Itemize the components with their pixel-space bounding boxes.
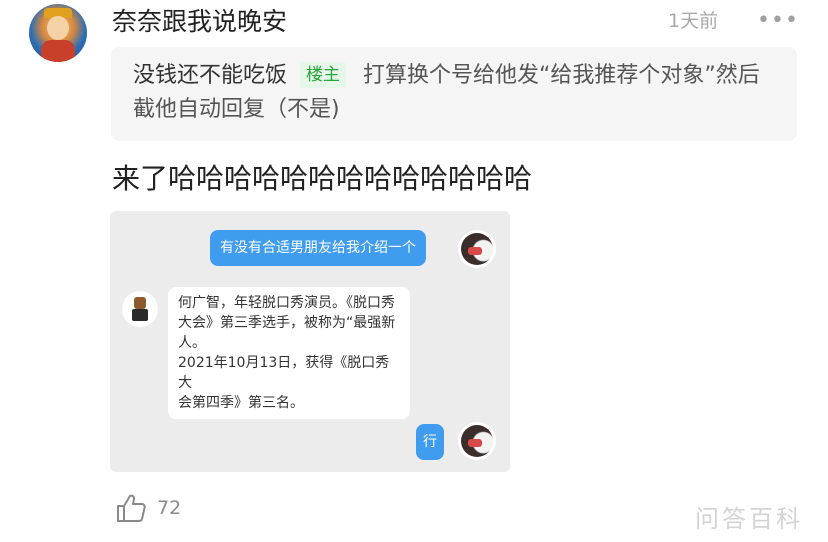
bot-torso — [132, 309, 148, 321]
bot-line: 会第四季》第三名。 — [178, 395, 304, 411]
comment-time: 1天前 — [668, 10, 719, 32]
more-dots-icon[interactable]: ••• — [757, 8, 799, 33]
username[interactable]: 奈奈跟我说晚安 — [112, 2, 287, 38]
reply-text: 来了哈哈哈哈哈哈哈哈哈哈哈哈哈 — [112, 162, 533, 195]
chat-user-avatar — [458, 230, 496, 268]
quoted-author[interactable]: 没钱还不能吃饭 — [133, 63, 287, 88]
owner-badge: 楼主 — [300, 62, 347, 88]
bot-head — [134, 297, 146, 309]
chat-bubble-bot: 何广智，年轻脱口秀演员。《脱口秀 大会》第三季选手，被称为“最强新 人。 202… — [168, 287, 410, 419]
bot-line: 何广智，年轻脱口秀演员。《脱口秀 — [178, 295, 395, 311]
watermark: 问答百科 — [695, 505, 803, 533]
bot-line: 大会》第三季选手，被称为“最强新 — [178, 315, 396, 331]
quoted-comment-text: 没钱还不能吃饭 楼主 打算换个号给他发“给我推荐个对象”然后截他自动回复（不是) — [133, 59, 773, 127]
user-avatar[interactable] — [29, 4, 87, 62]
avatar-body — [41, 40, 75, 62]
avatar-mask — [468, 247, 482, 255]
bot-line: 2021年10月13日，获得《脱口秀大 — [178, 355, 390, 391]
like-count: 72 — [157, 497, 182, 519]
chat-user-avatar — [458, 422, 496, 460]
chat-bubble-user: 行 — [416, 424, 444, 460]
chat-bot-avatar — [122, 291, 158, 327]
avatar-face — [47, 16, 69, 40]
chat-bubble-user: 有没有合适男朋友给我介绍一个 — [210, 230, 426, 266]
thumbs-up-icon[interactable] — [115, 492, 147, 524]
avatar-mask — [468, 439, 482, 447]
quoted-comment[interactable]: 没钱还不能吃饭 楼主 打算换个号给他发“给我推荐个对象”然后截他自动回复（不是) — [111, 47, 797, 141]
bot-line: 人。 — [178, 335, 206, 351]
thumbs-up-glyph — [117, 494, 146, 522]
attached-chat-screenshot[interactable]: 有没有合适男朋友给我介绍一个 何广智，年轻脱口秀演员。《脱口秀 大会》第三季选手… — [110, 211, 510, 472]
